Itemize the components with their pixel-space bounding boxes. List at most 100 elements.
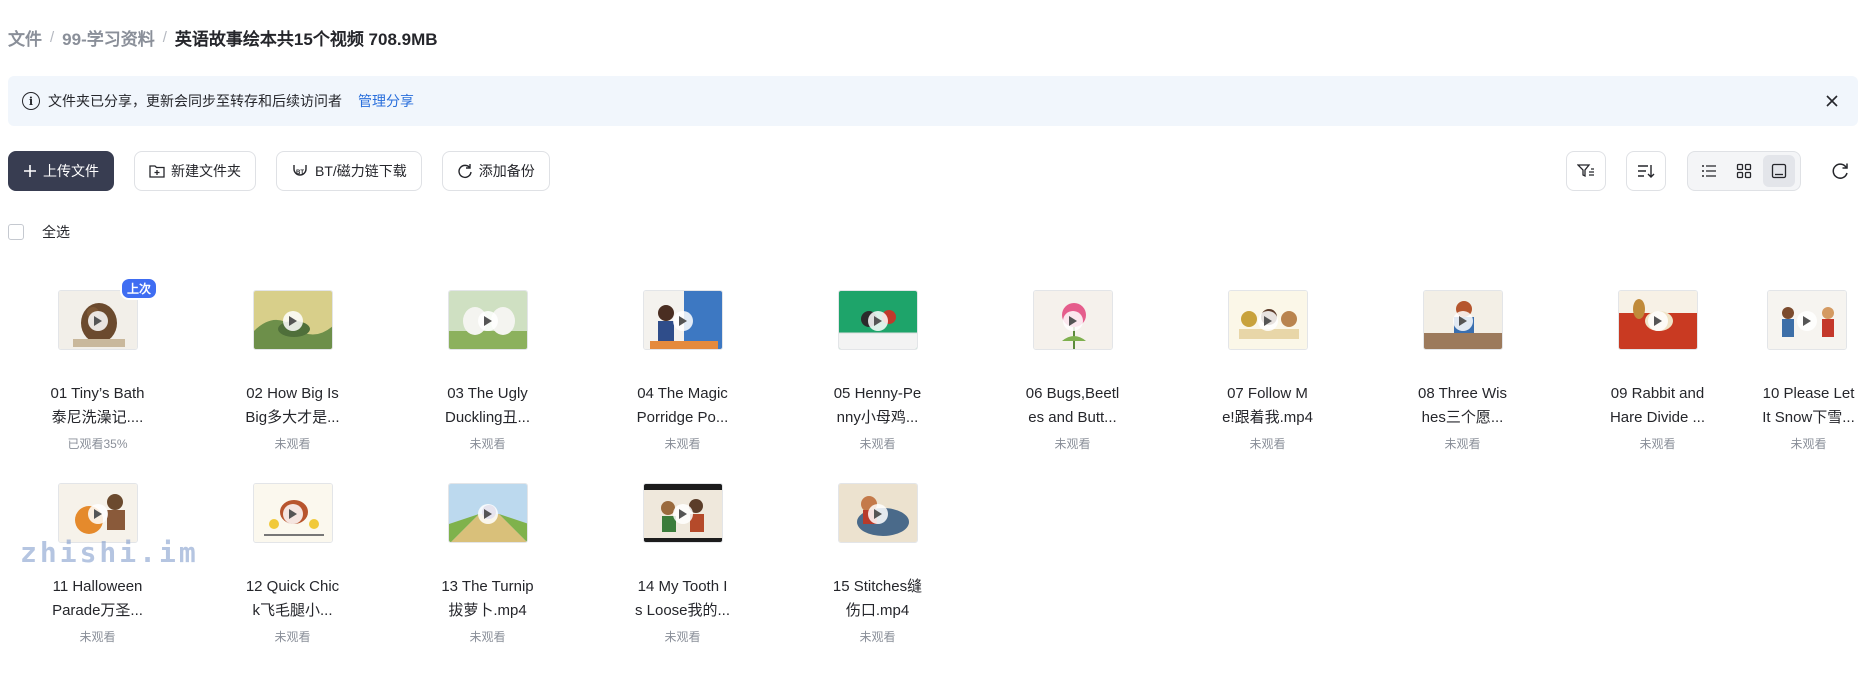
- file-name-line2: s Loose我的...: [634, 602, 731, 619]
- manage-share-link[interactable]: 管理分享: [358, 91, 414, 111]
- refresh-icon[interactable]: [1826, 157, 1854, 185]
- video-thumbnail: [1423, 290, 1503, 350]
- file-card[interactable]: 上次 01 Tiny’s Bath 泰尼洗澡记.... 已观看35%: [0, 277, 195, 470]
- share-notice-text: 文件夹已分享，更新会同步至转存和后续访问者: [48, 93, 342, 109]
- watch-status: 未观看: [274, 630, 311, 644]
- watch-status: 未观看: [1249, 437, 1286, 451]
- folder-plus-icon: [149, 164, 165, 178]
- file-card[interactable]: 10 Please Let It Snow下雪... 未观看: [1711, 280, 1866, 470]
- filter-button[interactable]: [1566, 151, 1606, 191]
- video-thumbnail: [838, 290, 918, 350]
- video-thumbnail: [253, 483, 333, 543]
- file-name-line2: Duckling丑...: [444, 409, 531, 426]
- select-all-label: 全选: [42, 224, 70, 240]
- play-icon: [868, 311, 888, 331]
- video-thumbnail: [448, 483, 528, 543]
- add-backup-button[interactable]: 添加备份: [441, 151, 550, 191]
- breadcrumb-current: 英语故事绘本共15个视频 708.9MB: [174, 29, 438, 49]
- file-name: 11 Halloween Parade万圣...: [0, 575, 195, 623]
- file-name: 14 My Tooth I s Loose我的...: [585, 575, 780, 623]
- watch-status: 已观看35%: [67, 437, 128, 451]
- file-name-line2: nny小母鸡...: [836, 409, 919, 426]
- watch-status: 未观看: [1444, 437, 1481, 451]
- breadcrumb: 文件 / 99-学习资料 / 英语故事绘本共15个视频 708.9MB: [8, 24, 438, 50]
- file-card[interactable]: 14 My Tooth I s Loose我的... 未观看: [585, 473, 780, 663]
- watch-status: 未观看: [664, 437, 701, 451]
- file-name-line1: 12 Quick Chic: [245, 578, 340, 595]
- thumbnail-icon[interactable]: [1762, 155, 1795, 187]
- file-name: 06 Bugs,Beetl es and Butt...: [975, 382, 1170, 430]
- grid-icon[interactable]: [1728, 155, 1760, 187]
- file-card[interactable]: 05 Henny-Pe nny小母鸡... 未观看: [780, 280, 975, 470]
- file-name: 12 Quick Chic k飞毛腿小...: [195, 575, 390, 623]
- share-notice-bar: i 文件夹已分享，更新会同步至转存和后续访问者 管理分享: [8, 76, 1858, 126]
- watch-status: 未观看: [664, 630, 701, 644]
- file-card[interactable]: 07 Follow M e!跟着我.mp4 未观看: [1170, 280, 1365, 470]
- file-card[interactable]: 15 Stitches缝 伤口.mp4 未观看: [780, 473, 975, 663]
- file-name-line1: 15 Stitches缝: [832, 578, 923, 595]
- sync-icon: [457, 163, 473, 179]
- upload-button[interactable]: 上传文件: [8, 151, 114, 191]
- sort-button[interactable]: [1626, 151, 1666, 191]
- watch-status: 未观看: [469, 630, 506, 644]
- play-icon: [868, 504, 888, 524]
- file-name: 13 The Turnip 拔萝卜.mp4: [390, 575, 585, 623]
- breadcrumb-separator: /: [162, 28, 167, 46]
- filter-icon[interactable]: [1566, 151, 1606, 191]
- file-card[interactable]: 12 Quick Chic k飞毛腿小... 未观看: [195, 473, 390, 663]
- file-name: 10 Please Let It Snow下雪...: [1711, 382, 1866, 430]
- file-card[interactable]: 06 Bugs,Beetl es and Butt... 未观看: [975, 280, 1170, 470]
- watermark: zhishi.im: [20, 536, 199, 569]
- play-icon: [673, 311, 693, 331]
- svg-text:BT: BT: [296, 170, 304, 176]
- file-name-line1: 14 My Tooth I: [637, 578, 728, 595]
- play-icon: [283, 311, 303, 331]
- file-name-line2: It Snow下雪...: [1762, 409, 1855, 426]
- play-icon: [478, 504, 498, 524]
- select-all[interactable]: 全选: [8, 222, 70, 242]
- watch-status: 未观看: [274, 437, 311, 451]
- watch-status: 未观看: [469, 437, 506, 451]
- play-icon: [1063, 311, 1083, 331]
- file-name-line1: 10 Please Let: [1762, 385, 1855, 402]
- play-icon: [1453, 311, 1473, 331]
- breadcrumb-root[interactable]: 文件: [8, 25, 42, 50]
- file-card[interactable]: 13 The Turnip 拔萝卜.mp4 未观看: [390, 473, 585, 663]
- file-name: 15 Stitches缝 伤口.mp4: [780, 575, 975, 623]
- view-mode-switcher: [1687, 151, 1801, 191]
- play-icon: [673, 504, 693, 524]
- file-card[interactable]: 03 The Ugly Duckling丑... 未观看: [390, 280, 585, 470]
- play-icon: [1797, 311, 1817, 331]
- new-folder-button[interactable]: 新建文件夹: [134, 151, 256, 191]
- play-icon: [478, 311, 498, 331]
- video-thumbnail: [253, 290, 333, 350]
- sort-icon[interactable]: [1626, 151, 1666, 191]
- select-all-checkbox[interactable]: [8, 224, 24, 240]
- file-card[interactable]: 04 The Magic Porridge Po... 未观看: [585, 280, 780, 470]
- file-name-line1: 11 Halloween: [52, 578, 143, 595]
- file-name-line2: Parade万圣...: [52, 602, 143, 619]
- file-name-line2: 伤口.mp4: [845, 602, 910, 619]
- bt-download-button-label: BT/磁力链下载: [315, 163, 407, 179]
- new-folder-button-label: 新建文件夹: [171, 163, 241, 179]
- file-name-line1: 01 Tiny’s Bath: [50, 385, 145, 402]
- file-name-line2: Porridge Po...: [636, 409, 729, 426]
- bt-download-button[interactable]: BT BT/磁力链下载: [276, 151, 422, 191]
- watch-status: 未观看: [859, 437, 896, 451]
- list-icon[interactable]: [1693, 155, 1725, 187]
- watch-status: 未观看: [79, 630, 116, 644]
- watch-status: 未观看: [859, 630, 896, 644]
- close-icon[interactable]: [1822, 91, 1842, 111]
- file-name: 02 How Big Is Big多大才是...: [195, 382, 390, 430]
- file-card[interactable]: 02 How Big Is Big多大才是... 未观看: [195, 280, 390, 470]
- file-name-line1: 03 The Ugly: [447, 385, 528, 402]
- file-card[interactable]: 08 Three Wis hes三个愿... 未观看: [1365, 280, 1560, 470]
- video-thumbnail: [1033, 290, 1113, 350]
- breadcrumb-parent[interactable]: 99-学习资料: [62, 25, 155, 50]
- play-icon: [1648, 311, 1668, 331]
- video-thumbnail: [58, 483, 138, 543]
- video-thumbnail: [1228, 290, 1308, 350]
- video-thumbnail: [643, 290, 723, 350]
- add-backup-button-label: 添加备份: [478, 163, 535, 179]
- file-name-line1: 02 How Big Is: [246, 385, 339, 402]
